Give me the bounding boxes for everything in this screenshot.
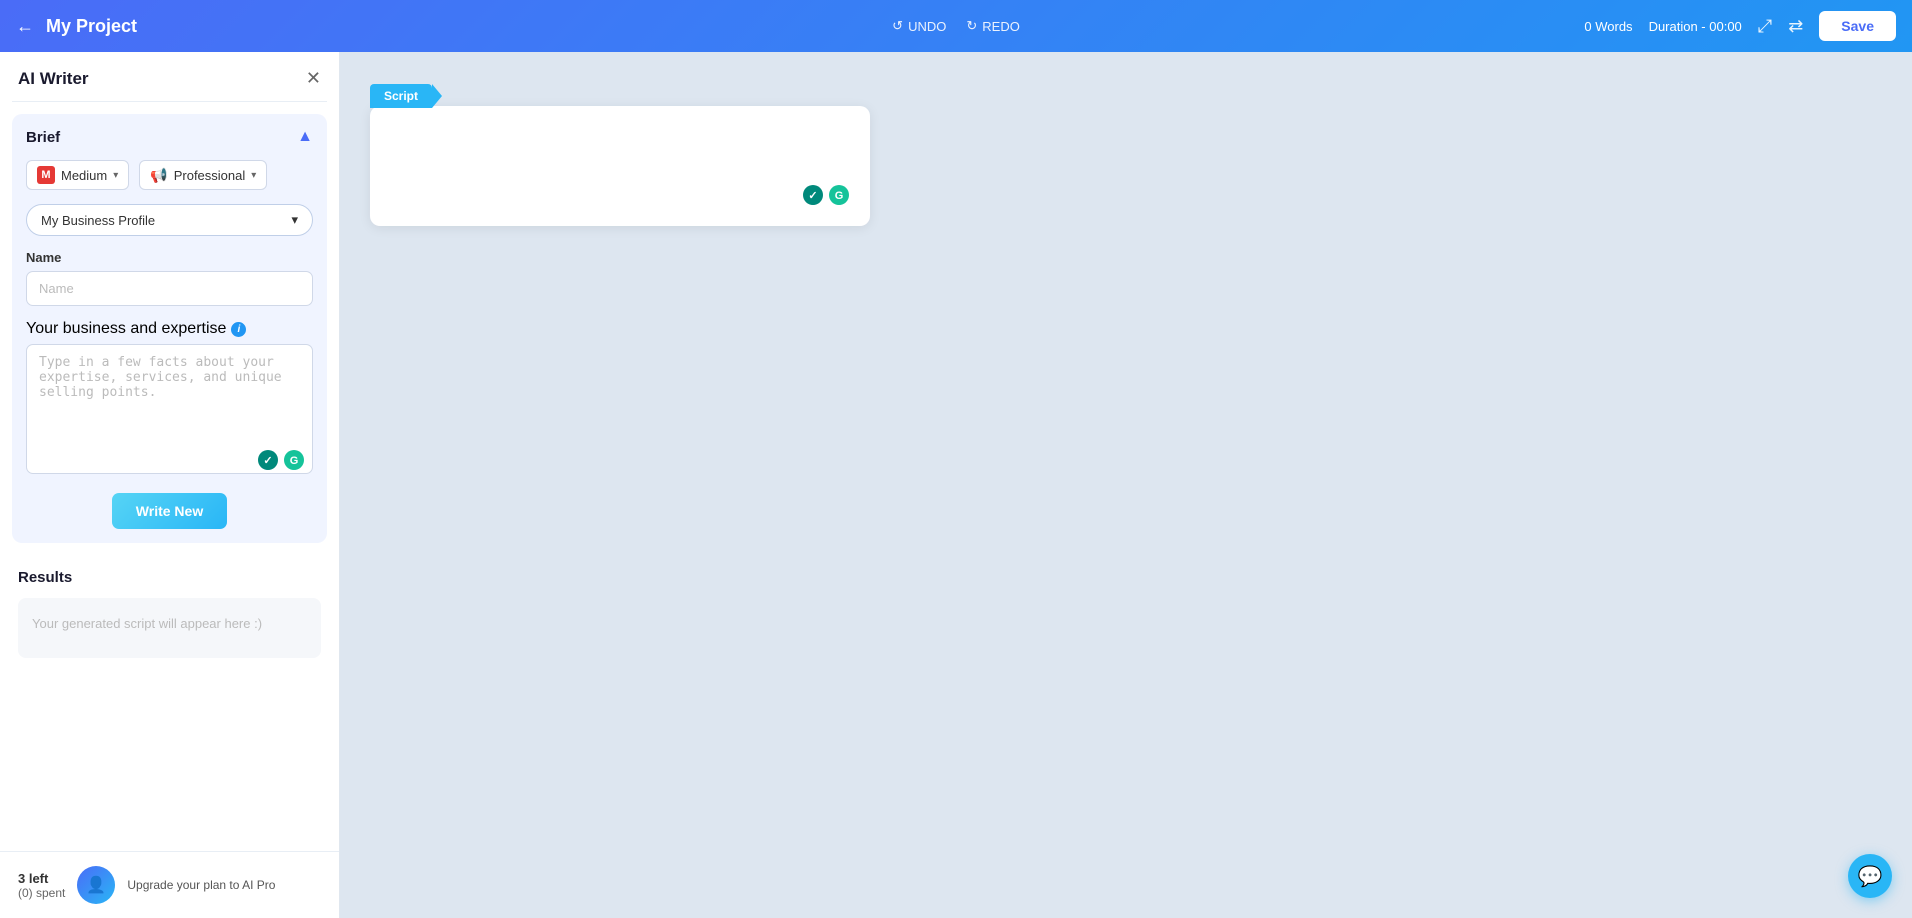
chat-icon: 💬 [1858, 864, 1883, 889]
script-container: Script ✓ G [370, 82, 1882, 226]
write-new-button[interactable]: Write New [112, 493, 227, 529]
medium-label: Medium [61, 168, 107, 183]
name-field-label: Name [26, 250, 313, 265]
script-tag: Script [370, 84, 432, 108]
professional-icon: 📢 [150, 167, 167, 184]
grammarly-icon: G [283, 449, 305, 471]
spent-label: (0) spent [18, 886, 65, 900]
brief-header: Brief ▲ [26, 128, 313, 146]
medium-option-button[interactable]: M Medium ▾ [26, 160, 129, 190]
brief-options-row: M Medium ▾ 📢 Professional ▾ [26, 160, 313, 190]
header-center-controls: ↺ UNDO ↻ REDO [892, 18, 1020, 34]
sidebar-header: AI Writer ✕ [0, 52, 339, 101]
profile-dropdown-chevron-icon: ▾ [291, 212, 298, 228]
script-card: ✓ G [370, 106, 870, 226]
back-button[interactable]: ← [16, 16, 34, 37]
professional-option-button[interactable]: 📢 Professional ▾ [139, 160, 267, 190]
sidebar-title: AI Writer [18, 69, 89, 89]
expertise-field-label: Your business and expertise [26, 320, 226, 338]
name-input[interactable] [26, 271, 313, 306]
back-icon: ← [16, 16, 34, 37]
project-title: My Project [46, 16, 1572, 37]
svg-text:✓: ✓ [808, 190, 817, 202]
brief-title: Brief [26, 129, 60, 146]
spellcheck-icon: ✓ [257, 449, 279, 471]
chat-bubble-button[interactable]: 💬 [1848, 854, 1892, 898]
script-tag-label: Script [384, 89, 418, 103]
professional-chevron-icon: ▾ [251, 170, 256, 181]
svg-text:✓: ✓ [263, 455, 272, 467]
undo-icon: ↺ [892, 18, 903, 34]
expand-icon-button[interactable]: ⤢ [1758, 16, 1772, 37]
expertise-textarea-wrapper: ✓ G [26, 344, 313, 479]
word-count: 0 Words [1584, 19, 1632, 34]
results-placeholder: Your generated script will appear here :… [18, 598, 321, 658]
redo-button[interactable]: ↻ REDO [966, 18, 1019, 34]
main-layout: AI Writer ✕ Brief ▲ M Medium ▾ 📢 Profess… [0, 52, 1912, 918]
save-button[interactable]: Save [1819, 11, 1896, 41]
undo-button[interactable]: ↺ UNDO [892, 18, 946, 34]
brief-toggle-button[interactable]: ▲ [297, 128, 313, 146]
results-section: Results Your generated script will appea… [0, 555, 339, 672]
share-icon-button[interactable]: ⇄ [1788, 16, 1803, 37]
left-count-section: 3 left (0) spent [18, 871, 65, 900]
script-spellcheck-icon: ✓ [802, 184, 824, 206]
duration: Duration - 00:00 [1649, 19, 1742, 34]
sidebar: AI Writer ✕ Brief ▲ M Medium ▾ 📢 Profess… [0, 52, 340, 918]
script-card-icons: ✓ G [802, 184, 850, 206]
profile-dropdown[interactable]: My Business Profile ▾ [26, 204, 313, 236]
textarea-icons: ✓ G [257, 449, 305, 471]
brief-section: Brief ▲ M Medium ▾ 📢 Professional ▾ My B… [12, 114, 327, 543]
profile-dropdown-label: My Business Profile [41, 213, 155, 228]
sidebar-divider [12, 101, 327, 102]
content-area: Script ✓ G [340, 52, 1912, 918]
professional-label: Professional [174, 168, 246, 183]
close-sidebar-button[interactable]: ✕ [306, 68, 321, 89]
info-icon: i [231, 322, 246, 337]
header-right: 0 Words Duration - 00:00 ⤢ ⇄ Save [1584, 11, 1896, 41]
medium-chevron-icon: ▾ [113, 170, 118, 181]
avatar: 👤 [77, 866, 115, 904]
redo-icon: ↻ [966, 18, 977, 34]
left-count: 3 left [18, 871, 65, 886]
medium-icon: M [37, 166, 55, 184]
header: ← My Project ↺ UNDO ↻ REDO 0 Words Durat… [0, 0, 1912, 52]
svg-text:G: G [290, 455, 299, 467]
expertise-label-row: Your business and expertise i [26, 320, 313, 338]
svg-text:G: G [835, 190, 844, 202]
script-grammarly-icon: G [828, 184, 850, 206]
results-title: Results [18, 569, 321, 586]
upgrade-bar: 3 left (0) spent 👤 Upgrade your plan to … [0, 851, 339, 918]
upgrade-text: Upgrade your plan to AI Pro [127, 878, 275, 892]
